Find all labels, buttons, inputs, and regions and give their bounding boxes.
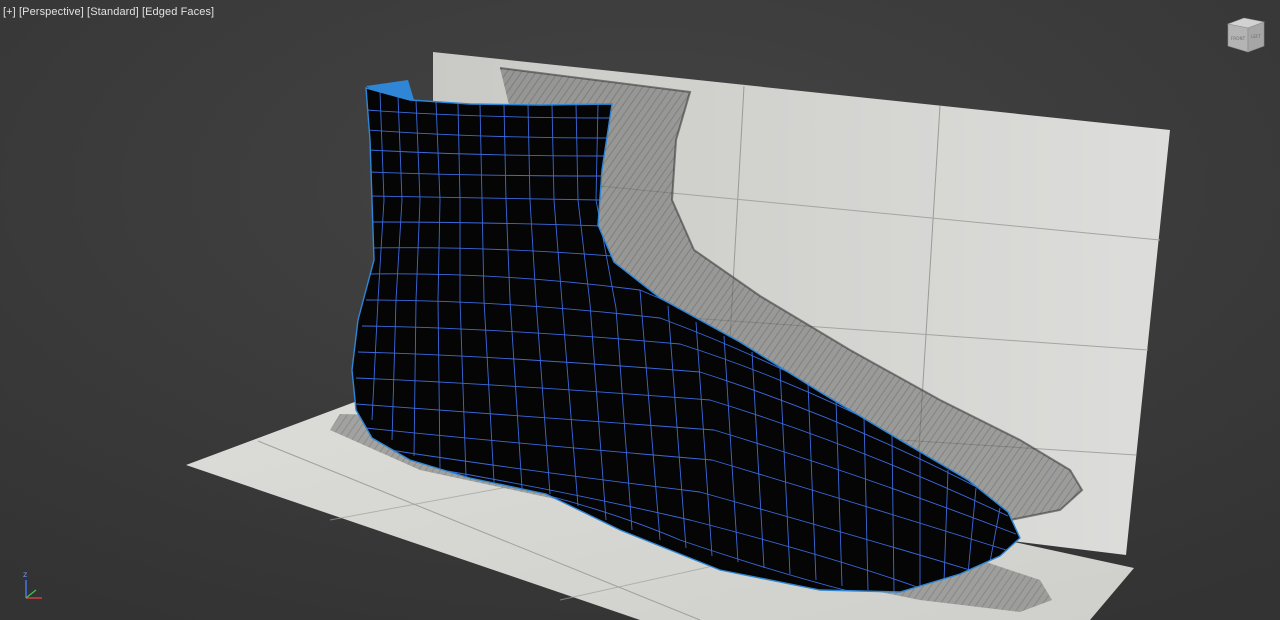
viewport-scene[interactable] — [0, 0, 1280, 620]
viewcube-left-label: LEFT — [1251, 34, 1261, 39]
viewcube-icon[interactable]: FRONT LEFT — [1222, 14, 1270, 58]
axis-tripod-icon: z — [23, 570, 42, 599]
viewport-label-menu: [+] [Perspective] [Standard] [Edged Face… — [3, 5, 214, 19]
viewport-view-menu[interactable]: [Perspective] — [19, 6, 84, 18]
perspective-viewport[interactable]: [+] [Perspective] [Standard] [Edged Face… — [0, 0, 1280, 620]
viewport-display-menu[interactable]: [Edged Faces] — [142, 6, 214, 18]
axis-z-label: z — [23, 570, 27, 579]
viewport-shading-menu[interactable]: [Standard] — [87, 6, 139, 18]
viewcube-front-label: FRONT — [1231, 36, 1246, 41]
viewport-plus-menu[interactable]: [+] — [3, 6, 16, 18]
